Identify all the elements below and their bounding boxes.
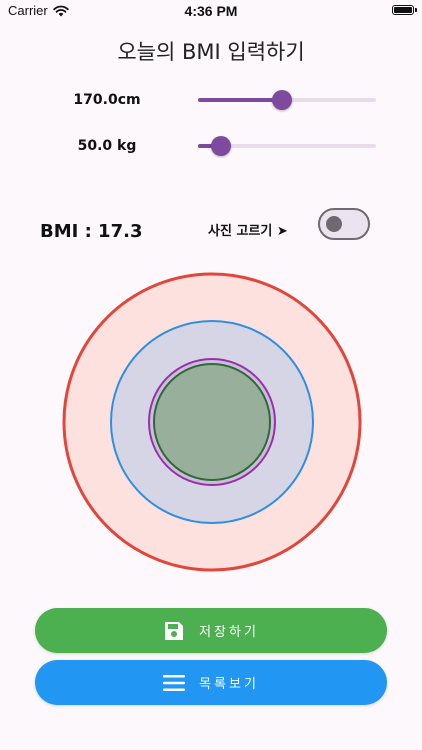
save-button-label: 저장하기 [199,625,259,640]
menu-icon [163,674,186,691]
photo-toggle-knob[interactable] [326,216,342,232]
list-button-label: 목록보기 [199,677,259,692]
status-time: 4:36 PM [184,3,238,19]
battery-icon [392,5,414,15]
photo-select-label: 사진 고르기 ➤ [208,224,288,239]
height-slider[interactable] [198,90,376,110]
photo-toggle[interactable] [318,208,370,240]
weight-slider-thumb[interactable] [211,136,232,156]
height-slider-thumb[interactable] [271,90,292,110]
weight-label: 50.0 kg [77,138,137,154]
core-circle [153,363,271,481]
weight-slider[interactable] [198,136,376,156]
status-bar: Carrier 4:36 PM [0,0,422,22]
bmi-value: BMI : 17.3 [40,221,143,242]
save-button[interactable]: 저장하기 [35,608,387,653]
battery-tip-icon [415,8,417,12]
save-icon [165,621,184,640]
height-slider-fill [198,98,282,102]
list-button[interactable]: 목록보기 [35,660,387,705]
height-label: 170.0cm [73,92,141,108]
page-title: 오늘의 BMI 입력하기 [117,40,305,64]
bmi-rings [62,272,362,572]
